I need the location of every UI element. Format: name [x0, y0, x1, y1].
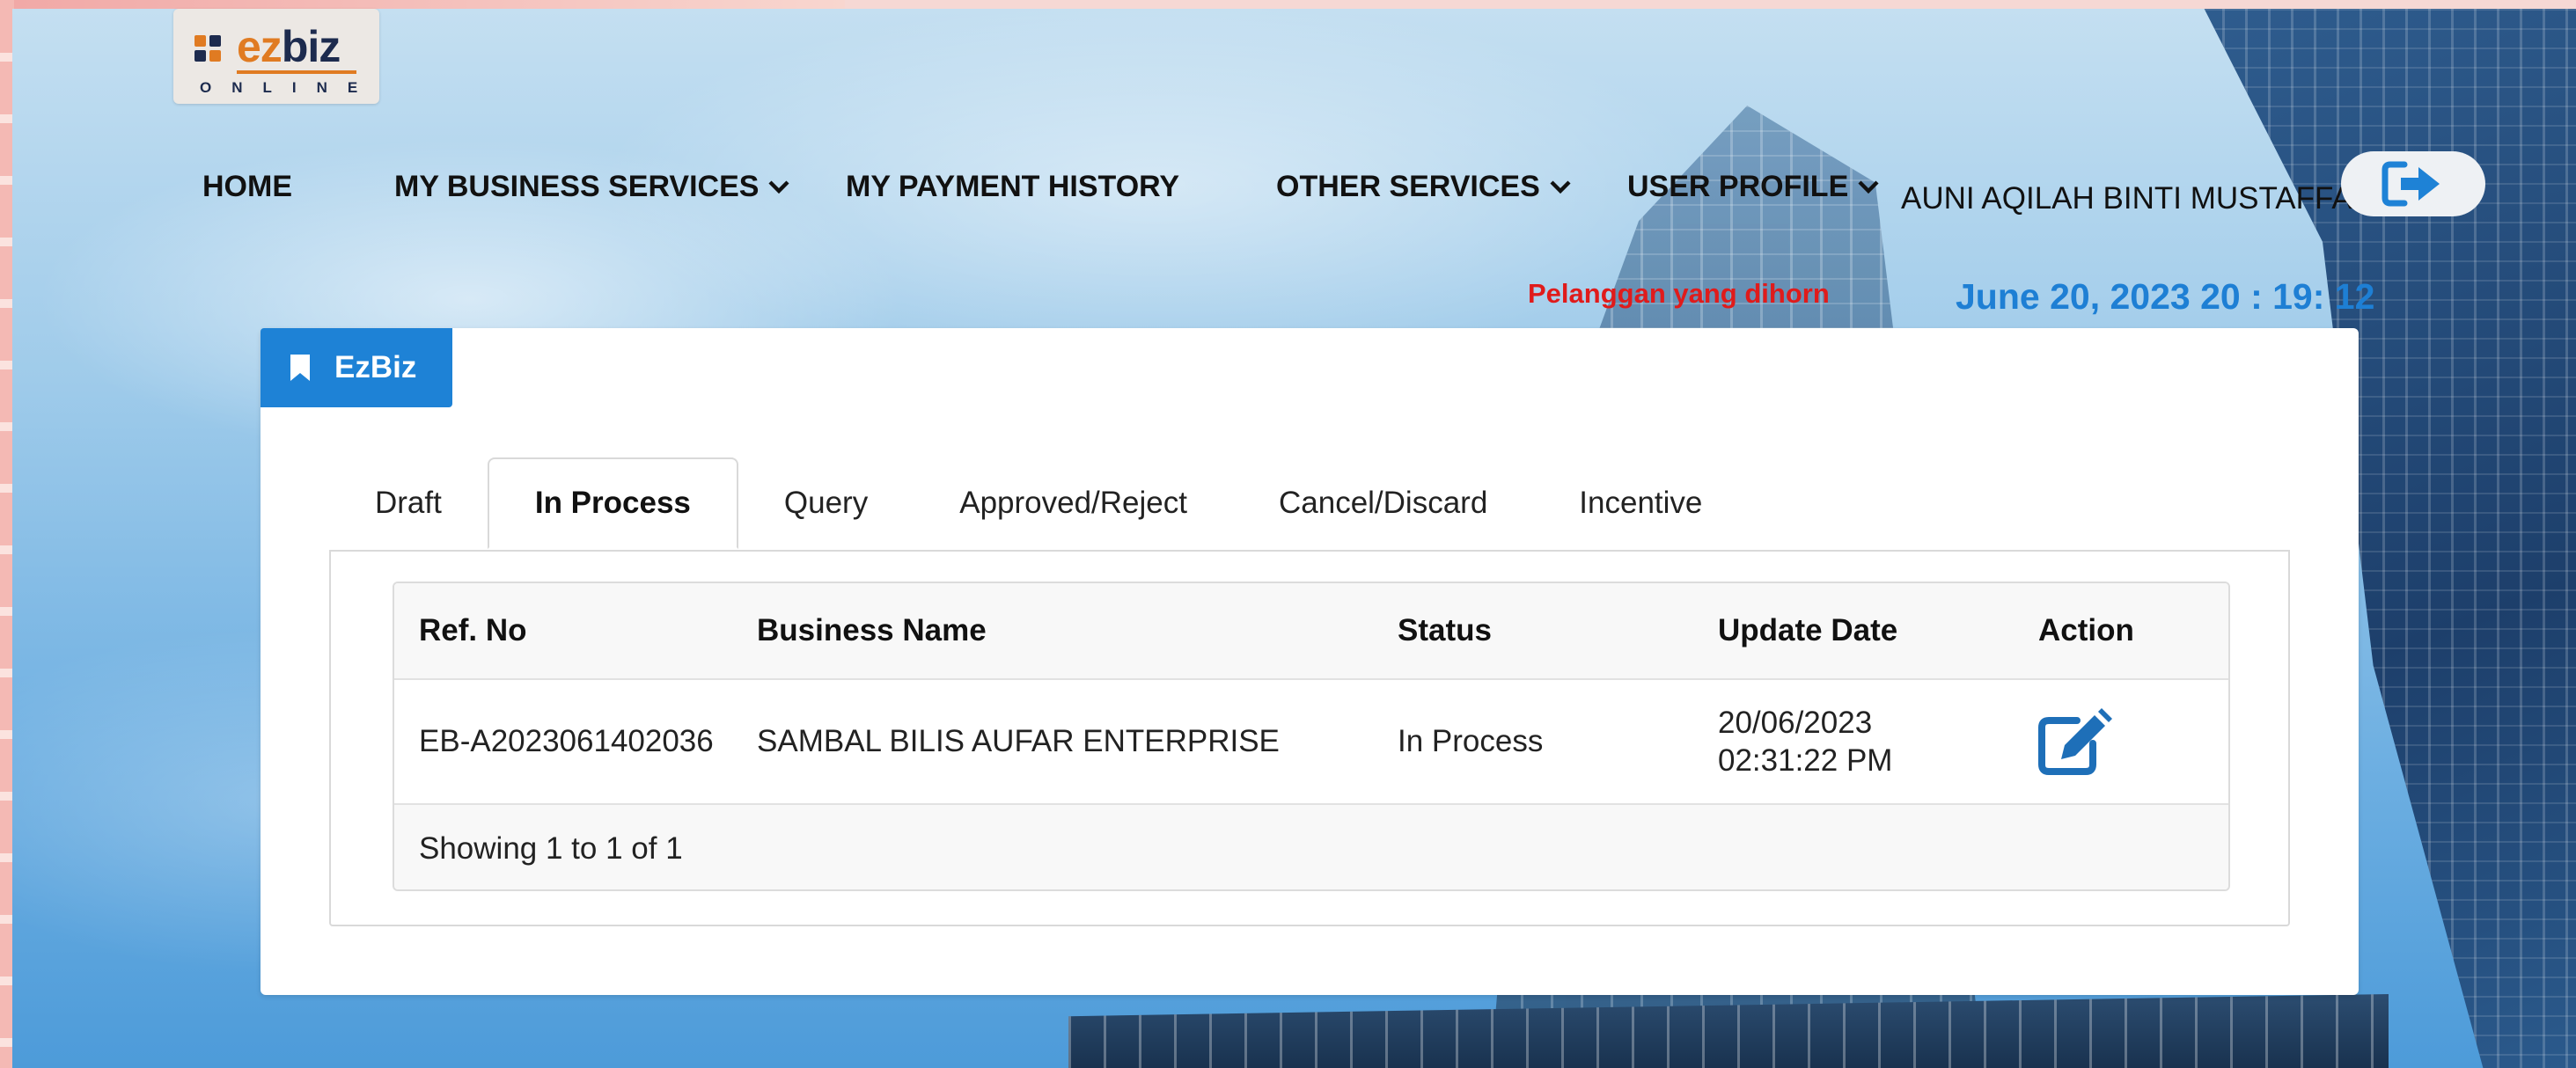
logo-wordmark: ezbiz	[237, 22, 341, 71]
tab-query[interactable]: Query	[738, 457, 914, 549]
nav-user-profile[interactable]: USER PROFILE	[1627, 167, 1882, 206]
cell-business-name: SAMBAL BILIS AUFAR ENTERPRISE	[757, 724, 1280, 758]
cell-update-date: 20/06/2023 02:31:22 PM	[1718, 680, 1892, 803]
tab-draft[interactable]: Draft	[329, 457, 488, 549]
nav-home[interactable]: HOME	[202, 167, 292, 206]
chevron-down-icon	[1858, 180, 1879, 194]
status-tabs: Draft In Process Query Approved/Reject C…	[329, 457, 1748, 549]
edit-icon[interactable]	[2038, 708, 2112, 775]
logo-dots-icon	[194, 35, 230, 70]
tab-panel: Ref. No Business Name Status Update Date…	[329, 550, 2290, 926]
tab-cancel-discard[interactable]: Cancel/Discard	[1233, 457, 1533, 549]
cell-status: In Process	[1398, 724, 1544, 758]
table-footer: Showing 1 to 1 of 1	[394, 805, 2228, 889]
tab-incentive[interactable]: Incentive	[1533, 457, 1748, 549]
user-name: AUNI AQILAH BINTI MUSTAFFA	[1901, 181, 2352, 216]
logo-underline	[237, 70, 356, 74]
logout-button[interactable]	[2341, 151, 2485, 216]
column-header-action: Action	[2038, 613, 2134, 647]
table-header: Ref. No Business Name Status Update Date…	[394, 583, 2228, 680]
card-title: EzBiz	[334, 350, 417, 384]
nav-other-services[interactable]: OTHER SERVICES	[1276, 167, 1574, 206]
nav-my-payment-history[interactable]: MY PAYMENT HISTORY	[846, 167, 1179, 206]
table-row: EB-A2023061402036 SAMBAL BILIS AUFAR ENT…	[394, 680, 2228, 805]
update-date-value: 20/06/2023	[1718, 706, 1873, 740]
update-time-value: 02:31:22 PM	[1718, 743, 1893, 778]
logo-subtitle: ONLINE	[200, 79, 378, 96]
chevron-down-icon	[1550, 180, 1571, 194]
nav-my-business-services[interactable]: MY BUSINESS SERVICES	[394, 167, 792, 206]
column-header-status[interactable]: Status	[1398, 583, 1492, 678]
column-header-ref-no[interactable]: Ref. No	[419, 583, 527, 678]
sign-out-icon	[2382, 161, 2440, 207]
card-title-tag: EzBiz	[261, 328, 452, 407]
column-header-business-name[interactable]: Business Name	[757, 583, 987, 678]
notice-text: Pelanggan yang dihorn	[1528, 278, 1830, 309]
applications-table: Ref. No Business Name Status Update Date…	[393, 582, 2230, 891]
cell-ref-no: EB-A2023061402036	[419, 724, 714, 758]
cell-action	[2038, 680, 2112, 803]
tab-approved-reject[interactable]: Approved/Reject	[914, 457, 1233, 549]
chevron-down-icon	[768, 180, 789, 194]
ezbiz-card: EzBiz Draft In Process Query Approved/Re…	[261, 328, 2359, 995]
bookmark-icon	[290, 355, 310, 381]
date-time-clock: June 20, 2023 20 : 19: 12	[1956, 276, 2375, 317]
pagination-info: Showing 1 to 1 of 1	[419, 831, 683, 866]
ezbiz-logo[interactable]: ezbiz ONLINE	[173, 9, 379, 104]
column-header-update-date[interactable]: Update Date	[1718, 583, 1897, 678]
tab-in-process[interactable]: In Process	[487, 457, 738, 549]
